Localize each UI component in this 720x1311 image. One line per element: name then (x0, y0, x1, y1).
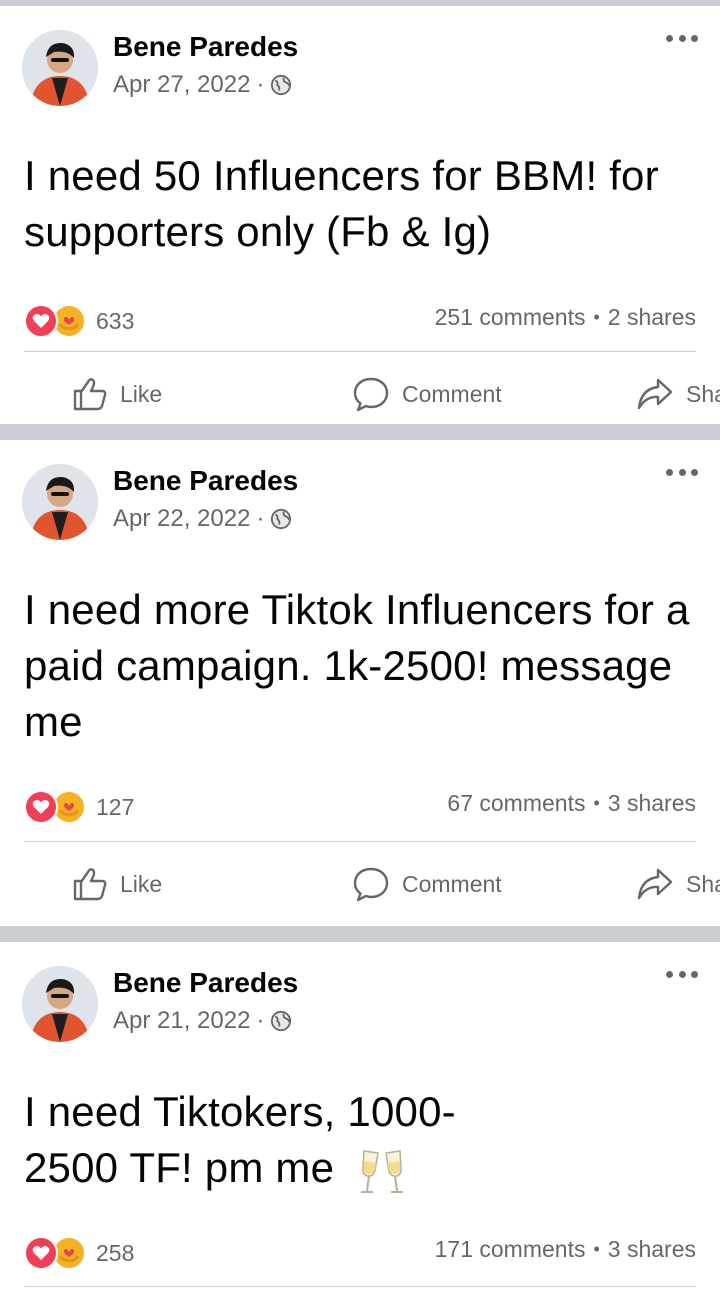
post-meta: Apr 22, 2022 · (113, 504, 292, 534)
love-reaction-icon (24, 304, 58, 338)
post-date[interactable]: Apr 21, 2022 (113, 1006, 250, 1036)
post-date[interactable]: Apr 22, 2022 (113, 504, 250, 534)
feed-separator (0, 424, 720, 440)
reaction-summary[interactable]: 258 (24, 1236, 134, 1270)
comment-label: Comment (402, 380, 502, 407)
like-button[interactable]: Like (0, 376, 282, 412)
reaction-summary[interactable]: 127 (24, 790, 134, 824)
more-options-icon[interactable] (666, 466, 698, 478)
comment-button[interactable]: Comment (282, 866, 612, 902)
post-actions: Like Comment Share (0, 854, 720, 914)
count-separator: • (593, 793, 600, 813)
comment-icon (353, 377, 389, 412)
globe-icon (271, 508, 292, 530)
count-separator: • (593, 307, 600, 327)
meta-separator: · (256, 505, 265, 532)
share-button[interactable]: Share (612, 867, 720, 901)
comments-count[interactable]: 67 comments (447, 790, 585, 817)
post: Bene Paredes Apr 21, 2022 · I need Tikto… (0, 942, 720, 1297)
shares-count[interactable]: 3 shares (608, 1236, 696, 1263)
share-label: Share (686, 380, 720, 407)
avatar[interactable] (22, 966, 98, 1042)
comment-icon (353, 867, 389, 902)
avatar[interactable] (22, 464, 98, 540)
shares-count[interactable]: 2 shares (608, 304, 696, 331)
share-label: Share (686, 870, 720, 897)
like-icon (73, 868, 107, 901)
post-meta: Apr 21, 2022 · (113, 1006, 292, 1036)
share-button[interactable]: Share (612, 377, 720, 411)
share-icon (637, 868, 673, 900)
reaction-summary[interactable]: 633 (24, 304, 134, 338)
comments-count[interactable]: 251 comments (435, 304, 586, 331)
like-label: Like (120, 380, 163, 407)
meta-separator: · (256, 71, 265, 98)
post-text: I need Tiktokers, 1000-2500 TF! pm me (24, 1084, 544, 1199)
post-meta: Apr 27, 2022 · (113, 70, 292, 100)
engagement-counts: 251 comments • 2 shares (435, 304, 696, 331)
reaction-count: 127 (96, 793, 135, 820)
divider (24, 841, 696, 842)
like-icon (73, 378, 107, 411)
post-text: I need more Tiktok Influencers for a pai… (24, 586, 690, 745)
more-options-icon[interactable] (666, 968, 698, 980)
post-text: I need 50 Influencers for BBM! for suppo… (24, 152, 659, 255)
globe-icon (271, 1010, 292, 1032)
engagement-counts: 171 comments • 3 shares (435, 1236, 696, 1263)
post-date[interactable]: Apr 27, 2022 (113, 70, 250, 100)
comment-button[interactable]: Comment (282, 376, 612, 412)
post: Bene Paredes Apr 27, 2022 · I need 50 In… (0, 6, 720, 424)
author-name[interactable]: Bene Paredes (113, 966, 298, 1000)
shares-count[interactable]: 3 shares (608, 790, 696, 817)
divider (24, 1286, 696, 1287)
love-reaction-icon (24, 1236, 58, 1270)
meta-separator: · (256, 1007, 265, 1034)
comments-count[interactable]: 171 comments (435, 1236, 586, 1263)
count-separator: • (593, 1239, 600, 1259)
like-label: Like (120, 870, 163, 897)
more-options-icon[interactable] (666, 32, 698, 44)
reaction-count: 633 (96, 307, 135, 334)
divider (24, 351, 696, 352)
avatar[interactable] (22, 30, 98, 106)
reaction-count: 258 (96, 1239, 135, 1266)
like-button[interactable]: Like (0, 866, 282, 902)
feed-separator (0, 926, 720, 942)
share-icon (637, 378, 673, 410)
love-reaction-icon (24, 790, 58, 824)
post-actions: Like Comment Share (0, 364, 720, 424)
comment-label: Comment (402, 870, 502, 897)
post: Bene Paredes Apr 22, 2022 · I need more … (0, 440, 720, 926)
clinking-glasses-icon (361, 1150, 404, 1193)
author-name[interactable]: Bene Paredes (113, 464, 298, 498)
globe-icon (271, 74, 292, 96)
engagement-counts: 67 comments • 3 shares (447, 790, 696, 817)
author-name[interactable]: Bene Paredes (113, 30, 298, 64)
